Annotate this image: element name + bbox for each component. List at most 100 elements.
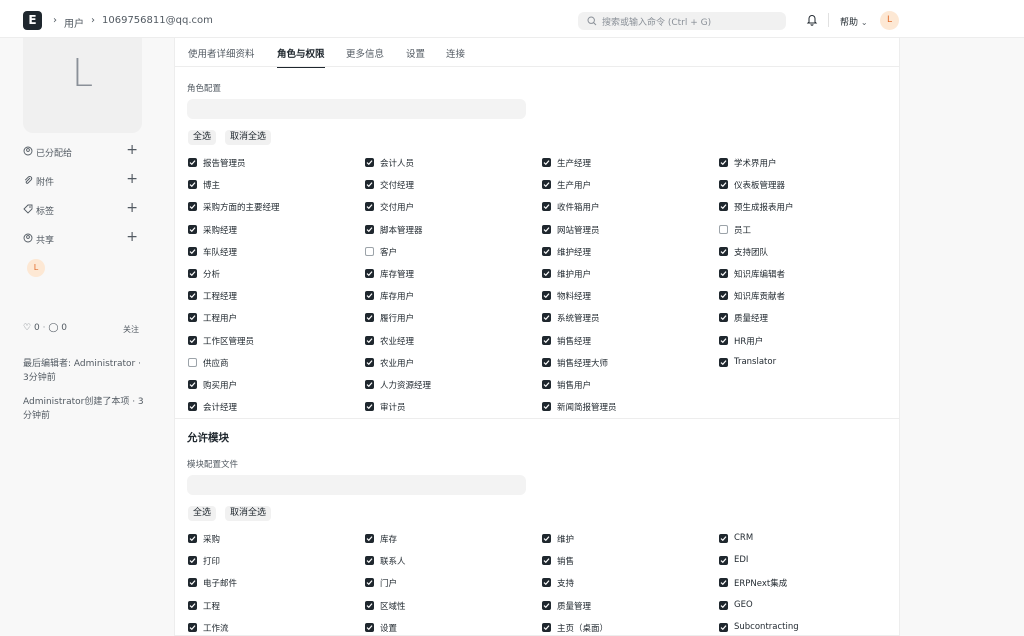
checkbox-checked-icon[interactable] [365,601,374,610]
checkbox-checked-icon[interactable] [365,336,374,345]
checkbox-checked-icon[interactable] [719,313,728,322]
checkbox-checked-icon[interactable] [719,180,728,189]
tab-settings[interactable]: 设置 [406,46,425,67]
comment-icon[interactable]: ◯ [48,323,58,333]
checkbox-checked-icon[interactable] [719,623,728,632]
checkbox-checked-icon[interactable] [188,556,197,565]
checkbox-checked-icon[interactable] [719,534,728,543]
checkbox-checked-icon[interactable] [365,556,374,565]
checkbox-checked-icon[interactable] [188,158,197,167]
checkbox-checked-icon[interactable] [542,534,551,543]
checkbox-checked-icon[interactable] [188,291,197,300]
checkbox-checked-icon[interactable] [188,623,197,632]
breadcrumb-users[interactable]: 用户 [64,15,84,30]
checkbox-checked-icon[interactable] [719,358,728,367]
follow-link[interactable]: 关注 [123,324,139,335]
checkbox-checked-icon[interactable] [188,601,197,610]
checkbox-checked-icon[interactable] [365,269,374,278]
checkbox-checked-icon[interactable] [188,313,197,322]
checkbox-checked-icon[interactable] [188,247,197,256]
tab-connections[interactable]: 连接 [446,46,465,67]
checkbox-checked-icon[interactable] [542,336,551,345]
checkbox-checked-icon[interactable] [719,578,728,587]
app-logo[interactable]: E [23,11,42,30]
checkbox-checked-icon[interactable] [719,247,728,256]
help-menu[interactable]: 帮助 ⌄ [840,15,868,28]
tab-roles-permissions[interactable]: 角色与权限 [277,46,325,68]
breadcrumb-current[interactable]: 1069756811@qq.com [102,15,213,26]
checkbox-checked-icon[interactable] [365,291,374,300]
add-assignment-icon[interactable]: + [126,142,138,158]
modules-select-all-button[interactable]: 全选 [188,506,217,521]
role-checkbox-label: 报告管理员 [203,159,246,169]
checkbox-checked-icon[interactable] [719,291,728,300]
checkbox-unchecked-icon[interactable] [719,225,728,234]
sidebar-item-assigned[interactable]: 已分配给 + [23,142,138,159]
checkbox-unchecked-icon[interactable] [365,247,374,256]
checkbox-checked-icon[interactable] [542,247,551,256]
checkbox-checked-icon[interactable] [542,601,551,610]
sidebar-item-tags[interactable]: 标签 + [23,200,138,217]
checkbox-checked-icon[interactable] [542,380,551,389]
heart-icon[interactable]: ♡ [23,323,31,333]
tab-more-info[interactable]: 更多信息 [346,46,384,67]
checkbox-checked-icon[interactable] [719,336,728,345]
checkbox-checked-icon[interactable] [542,225,551,234]
roles-deselect-all-button[interactable]: 取消全选 [225,130,272,145]
module-profile-input[interactable] [187,475,526,495]
checkbox-checked-icon[interactable] [542,313,551,322]
checkbox-checked-icon[interactable] [542,623,551,632]
checkbox-checked-icon[interactable] [365,158,374,167]
checkbox-unchecked-icon[interactable] [188,358,197,367]
checkbox-checked-icon[interactable] [188,202,197,211]
checkbox-checked-icon[interactable] [188,380,197,389]
user-avatar[interactable]: L [880,11,899,30]
role-profile-input[interactable] [187,99,526,119]
add-attachment-icon[interactable]: + [126,171,138,187]
roles-select-all-button[interactable]: 全选 [188,130,217,145]
notification-bell-icon[interactable] [806,13,818,26]
checkbox-checked-icon[interactable] [365,225,374,234]
checkbox-checked-icon[interactable] [542,158,551,167]
sidebar-item-share[interactable]: 共享 + [23,229,138,246]
module-checkbox-label: CRM [734,533,754,543]
checkbox-checked-icon[interactable] [188,578,197,587]
checkbox-checked-icon[interactable] [542,269,551,278]
checkbox-checked-icon[interactable] [719,269,728,278]
shared-user-avatar[interactable]: L [27,259,45,277]
sidebar-item-attachments[interactable]: 附件 + [23,171,138,188]
checkbox-checked-icon[interactable] [719,601,728,610]
checkbox-checked-icon[interactable] [365,180,374,189]
checkbox-checked-icon[interactable] [365,402,374,411]
checkbox-checked-icon[interactable] [188,225,197,234]
profile-avatar[interactable]: L [23,38,142,133]
checkbox-checked-icon[interactable] [365,202,374,211]
checkbox-checked-icon[interactable] [719,158,728,167]
checkbox-checked-icon[interactable] [365,623,374,632]
checkbox-checked-icon[interactable] [542,180,551,189]
modules-deselect-all-button[interactable]: 取消全选 [225,506,272,521]
checkbox-checked-icon[interactable] [365,534,374,543]
tab-user-details[interactable]: 使用者详细资料 [188,46,255,67]
checkbox-checked-icon[interactable] [365,380,374,389]
checkbox-checked-icon[interactable] [188,180,197,189]
search-bar[interactable]: 搜索或输入命令 (Ctrl + G) [578,12,786,30]
checkbox-checked-icon[interactable] [542,402,551,411]
checkbox-checked-icon[interactable] [542,358,551,367]
checkbox-checked-icon[interactable] [365,578,374,587]
checkbox-checked-icon[interactable] [542,578,551,587]
checkbox-checked-icon[interactable] [188,402,197,411]
checkbox-checked-icon[interactable] [542,291,551,300]
checkbox-checked-icon[interactable] [719,202,728,211]
add-tag-icon[interactable]: + [126,200,138,216]
breadcrumb-separator: › [91,15,95,26]
checkbox-checked-icon[interactable] [188,269,197,278]
checkbox-checked-icon[interactable] [542,556,551,565]
add-share-icon[interactable]: + [126,229,138,245]
checkbox-checked-icon[interactable] [719,556,728,565]
checkbox-checked-icon[interactable] [542,202,551,211]
checkbox-checked-icon[interactable] [188,336,197,345]
checkbox-checked-icon[interactable] [365,313,374,322]
checkbox-checked-icon[interactable] [188,534,197,543]
checkbox-checked-icon[interactable] [365,358,374,367]
